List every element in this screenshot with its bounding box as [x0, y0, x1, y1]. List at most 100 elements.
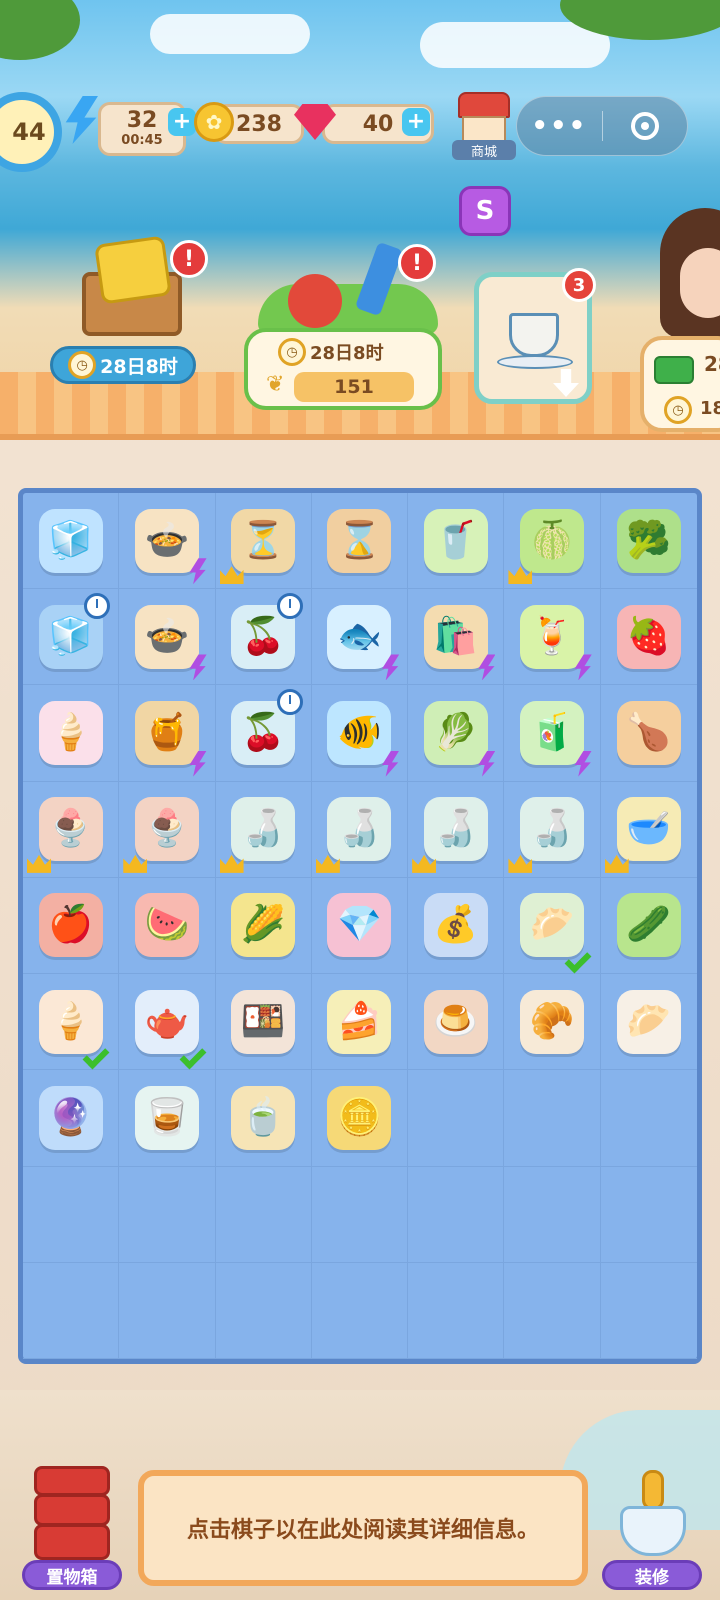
board-cell[interactable]: [600, 1263, 697, 1359]
board-cell[interactable]: 🍈: [504, 493, 601, 590]
steamed-bun-icon[interactable]: 🥟: [616, 989, 681, 1054]
strawberry-icon[interactable]: 🍓: [616, 604, 681, 669]
teapot-icon[interactable]: 🫖: [134, 989, 199, 1054]
cucumber-icon[interactable]: 🥒: [616, 893, 681, 958]
board-cell[interactable]: ⌛: [311, 493, 409, 590]
board-cell[interactable]: [600, 1167, 697, 1263]
board-cell[interactable]: 🫖: [119, 974, 216, 1071]
pomegranate-icon[interactable]: 🍎: [38, 893, 103, 958]
board-cell[interactable]: 🍨: [119, 781, 216, 878]
ice-cream-bowl-icon[interactable]: 🍨: [134, 797, 199, 862]
board-cell[interactable]: 🍒: [215, 685, 312, 782]
corn-icon[interactable]: 🌽: [231, 893, 296, 958]
board-cell[interactable]: 🛍️: [408, 589, 505, 686]
shopping-bag-icon[interactable]: 🛍️: [423, 604, 488, 669]
soup-pot-icon[interactable]: 🍲: [134, 604, 199, 669]
board-cell[interactable]: 🍦: [23, 685, 120, 782]
tea-set-icon[interactable]: 🍶: [520, 797, 585, 862]
board-cell[interactable]: 🍉: [119, 877, 216, 975]
layer-cake-icon[interactable]: 🍰: [327, 989, 392, 1054]
board-cell[interactable]: ⏳: [215, 493, 312, 590]
board-cell[interactable]: 🔮: [23, 1070, 120, 1167]
decorate-button[interactable]: 装修: [598, 1466, 706, 1592]
board-cell[interactable]: 🧊: [23, 589, 120, 686]
cabbage-basket-icon[interactable]: 🥬: [423, 701, 488, 766]
more-menu-button[interactable]: •••: [517, 111, 602, 141]
board-cell[interactable]: 🧊: [23, 493, 120, 590]
roast-chicken-icon[interactable]: 🍗: [616, 701, 681, 766]
board-cell[interactable]: [504, 1070, 601, 1167]
tea-set-icon[interactable]: 🍶: [327, 797, 392, 862]
board-cell[interactable]: 🍶: [215, 781, 312, 878]
fish-bowl-icon[interactable]: 🐠: [327, 701, 392, 766]
board-cell[interactable]: 🥦: [600, 493, 697, 590]
board-cell[interactable]: 🌽: [215, 877, 312, 975]
board-cell[interactable]: 💰: [408, 877, 505, 975]
board-cell[interactable]: 🥒: [600, 878, 697, 975]
chocolate-pudding-icon[interactable]: 🍮: [423, 989, 488, 1054]
board-cell[interactable]: [408, 1070, 505, 1167]
tea-set-icon[interactable]: 🍶: [423, 797, 488, 862]
juicer-icon[interactable]: 🥤: [423, 508, 488, 573]
corn-soup-icon[interactable]: 🥣: [616, 797, 681, 862]
event-button[interactable]: S: [459, 186, 511, 236]
board-cell[interactable]: 🐠: [311, 685, 409, 782]
board-cell[interactable]: 🥣: [600, 782, 697, 878]
board-cell[interactable]: 🍓: [600, 589, 697, 686]
lime-icon[interactable]: 🍈: [520, 508, 585, 573]
board-cell[interactable]: 🧃: [504, 685, 601, 782]
board-cell[interactable]: 🥟: [504, 877, 601, 975]
board-cell[interactable]: 🥃: [119, 1070, 216, 1167]
board-cell[interactable]: [215, 1262, 312, 1359]
board-cell[interactable]: 🍲: [119, 589, 216, 686]
board-cell[interactable]: 🍒: [215, 589, 312, 686]
coin-pouch-icon[interactable]: 💰: [423, 893, 488, 958]
board-cell[interactable]: [119, 1166, 216, 1263]
board-cell[interactable]: [504, 1262, 601, 1359]
board-cell[interactable]: 🐟: [311, 589, 409, 686]
gold-coin-icon[interactable]: 🪙: [327, 1085, 392, 1150]
board-cell[interactable]: 🍶: [504, 781, 601, 878]
board-cell[interactable]: 🪙: [311, 1070, 409, 1167]
tea-bowl-icon[interactable]: 🍵: [231, 1085, 296, 1150]
board-cell[interactable]: [23, 1262, 120, 1359]
board-cell[interactable]: 🍮: [408, 974, 505, 1071]
board-cell[interactable]: [311, 1262, 409, 1359]
soft-serve-icon[interactable]: 🍦: [38, 989, 103, 1054]
board-cell[interactable]: [23, 1166, 120, 1263]
board-cell[interactable]: 🍱: [215, 974, 312, 1071]
add-energy-button[interactable]: +: [168, 108, 196, 136]
shop-button[interactable]: 商城: [452, 90, 516, 162]
ice-cream-bowl-icon[interactable]: 🍨: [38, 797, 103, 862]
bread-roll-icon[interactable]: 🥐: [520, 989, 585, 1054]
dumpling-soup-icon[interactable]: 🥟: [520, 893, 585, 958]
cooler-box-icon[interactable]: 🧊: [38, 508, 103, 573]
board-cell[interactable]: [311, 1166, 409, 1263]
watermelon-icon[interactable]: 🍉: [134, 893, 199, 958]
board-cell[interactable]: [408, 1262, 505, 1359]
board-cell[interactable]: 🍗: [600, 685, 697, 782]
add-gems-button[interactable]: +: [402, 108, 430, 136]
board-cell[interactable]: 🥬: [408, 685, 505, 782]
board-cell[interactable]: 🍵: [215, 1070, 312, 1167]
blender-icon[interactable]: 🍹: [520, 604, 585, 669]
board-cell[interactable]: [504, 1166, 601, 1263]
storage-box-button[interactable]: 置物箱: [22, 1466, 122, 1592]
hourglass-gold-icon[interactable]: ⏳: [231, 508, 296, 573]
board-cell[interactable]: 🍹: [504, 589, 601, 686]
tea-set-icon[interactable]: 🍶: [231, 797, 296, 862]
board-cell[interactable]: 🥤: [408, 493, 505, 590]
board-cell[interactable]: 🍯: [119, 685, 216, 782]
board-cell[interactable]: [119, 1262, 216, 1359]
board-cell[interactable]: [600, 1070, 697, 1167]
soup-pot-icon[interactable]: 🍲: [134, 508, 199, 573]
hourglass-icon[interactable]: ⌛: [327, 508, 392, 573]
ice-cream-cone-icon[interactable]: 🍦: [38, 701, 103, 766]
board-cell[interactable]: 🍲: [119, 493, 216, 590]
board-cell[interactable]: 🥐: [504, 974, 601, 1071]
right-resource-card[interactable]: 28 ◷ 18: [640, 336, 720, 432]
crystal-ball-icon[interactable]: 🔮: [38, 1085, 103, 1150]
goldfish-bag-icon[interactable]: 🐟: [327, 604, 392, 669]
bento-box-icon[interactable]: 🍱: [231, 989, 296, 1054]
broccoli-icon[interactable]: 🥦: [616, 508, 681, 573]
